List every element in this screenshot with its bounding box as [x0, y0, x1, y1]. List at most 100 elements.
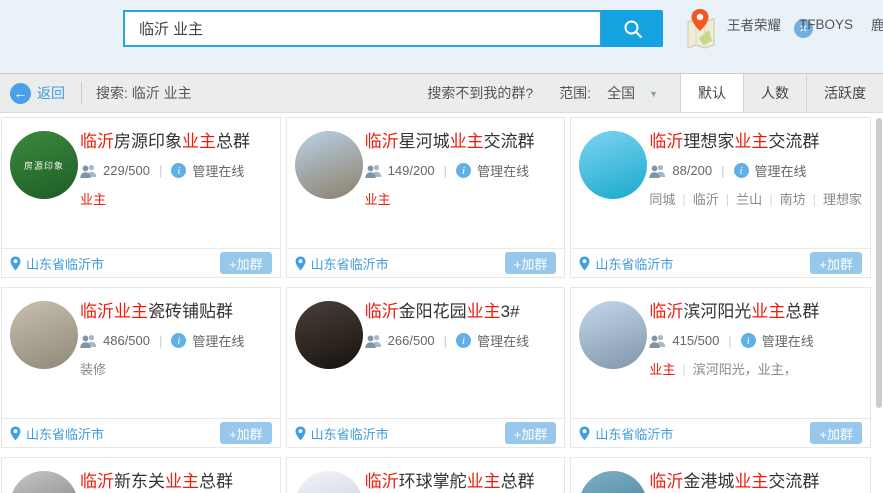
group-avatar[interactable] [295, 301, 363, 369]
scope-value[interactable]: 全国 [607, 83, 635, 103]
group-card: 临沂新东关业主总群 | i [1, 457, 281, 493]
title-part: 交流群 [768, 472, 819, 491]
admin-status: 管理在线 [477, 161, 529, 180]
group-title[interactable]: 临沂业主瓷砖铺贴群 [80, 300, 272, 324]
search-input[interactable] [123, 10, 602, 47]
group-tags: 同城|临沂|兰山|南坊|理想家 [649, 189, 862, 208]
group-meta: 88/200 | i 管理在线 [649, 161, 862, 180]
join-group-button[interactable]: +加群 [220, 252, 272, 274]
group-avatar[interactable] [579, 301, 647, 369]
title-part: 房源印象 [114, 132, 182, 151]
admin-status: 管理在线 [762, 331, 814, 350]
group-location: 山东省临沂市 [26, 424, 104, 443]
group-avatar[interactable] [579, 471, 647, 493]
join-group-button[interactable]: +加群 [505, 422, 557, 444]
group-card: 临沂滨河阳光业主总群 415/500 | i 管理在线 业主|滨河阳光，业主， [570, 287, 871, 448]
location-pin-icon [10, 256, 21, 271]
vertical-scrollbar[interactable] [876, 118, 882, 408]
group-location-link[interactable]: 山东省临沂市 [579, 424, 673, 443]
title-part: 理想家 [683, 132, 734, 151]
admin-status: 管理在线 [755, 161, 807, 180]
group-meta: 486/500 | i 管理在线 [80, 331, 272, 350]
hot-link[interactable]: 王者荣耀 [727, 14, 781, 34]
group-card: 临沂理想家业主交流群 88/200 | i 管理在线 同城|临沂|兰山|南坊|理… [570, 117, 871, 278]
title-part: 总群 [785, 302, 819, 321]
group-location-link[interactable]: 山东省临沂市 [579, 254, 673, 273]
group-meta: 415/500 | i 管理在线 [649, 331, 862, 350]
group-title[interactable]: 临沂新东关业主总群 [80, 470, 272, 493]
group-tag: 理想家 [823, 192, 862, 207]
chevron-down-icon[interactable]: ▼ [649, 89, 658, 99]
group-location-link[interactable]: 山东省临沂市 [10, 254, 104, 273]
results-toolbar: ← 返回 搜索: 临沂 业主 搜索不到我的群? 范围: 全国 ▼ 默认 人数 活… [0, 73, 883, 113]
join-group-button[interactable]: +加群 [220, 422, 272, 444]
group-avatar-text: 房源印象 [24, 159, 64, 172]
meta-divider: | [159, 163, 162, 178]
group-title[interactable]: 临沂理想家业主交流群 [649, 130, 862, 154]
info-icon: i [171, 333, 186, 348]
group-title[interactable]: 临沂金港城业主交流群 [649, 470, 862, 493]
title-part: 星河城 [399, 132, 450, 151]
group-tag: 兰山 [736, 192, 762, 207]
group-title[interactable]: 临沂房源印象业主总群 [80, 130, 272, 154]
group-avatar[interactable]: 房源印象 [10, 131, 78, 199]
group-card: 临沂金港城业主交流群 | i [570, 457, 871, 493]
hot-link[interactable]: TFBOYS [799, 17, 853, 32]
group-meta: 266/500 | i 管理在线 [365, 331, 557, 350]
group-avatar[interactable] [10, 471, 78, 493]
join-group-button[interactable]: +加群 [810, 422, 862, 444]
group-info: 临沂业主瓷砖铺贴群 486/500 | i 管理在线 装修 [80, 288, 280, 378]
back-button[interactable]: ← 返回 [10, 83, 65, 104]
group-location-link[interactable]: 山东省临沂市 [295, 254, 389, 273]
group-avatar[interactable] [579, 131, 647, 199]
group-title[interactable]: 临沂环球掌舵业主总群 [365, 470, 557, 493]
group-location-link[interactable]: 山东省临沂市 [10, 424, 104, 443]
group-avatar[interactable] [295, 471, 363, 493]
group-tag: 同城 [649, 192, 675, 207]
members-icon [649, 164, 666, 178]
search-button[interactable] [602, 10, 663, 47]
cant-find-group-link[interactable]: 搜索不到我的群? [427, 83, 533, 103]
join-group-button[interactable]: +加群 [810, 252, 862, 274]
group-tag: 滨河阳光，业主， [693, 362, 797, 377]
group-location-link[interactable]: 山东省临沂市 [295, 424, 389, 443]
group-title[interactable]: 临沂金阳花园业主3# [365, 300, 557, 324]
admin-status: 管理在线 [477, 331, 529, 350]
group-tags: 装修 [80, 359, 272, 378]
group-tag: 临沂 [693, 192, 719, 207]
back-arrow-icon: ← [10, 83, 31, 104]
tab-default[interactable]: 默认 [680, 74, 743, 112]
member-count: 149/200 [388, 163, 435, 178]
scope-label: 范围: [559, 83, 591, 103]
title-part: 业主 [165, 472, 199, 491]
search-icon [623, 19, 643, 39]
map-location-icon[interactable] [685, 8, 716, 49]
title-part: 3# [501, 302, 520, 321]
hot-link[interactable]: 鹿晗 [871, 14, 883, 34]
title-part: 临沂 [365, 132, 399, 151]
group-avatar[interactable] [295, 131, 363, 199]
meta-divider: | [721, 163, 724, 178]
meta-divider: | [444, 333, 447, 348]
title-part: 交流群 [768, 132, 819, 151]
group-card: 房源印象 临沂房源印象业主总群 229/500 | i 管理在线 业主 [1, 117, 281, 278]
group-info: 临沂环球掌舵业主总群 | i [365, 458, 565, 493]
tab-member-count[interactable]: 人数 [743, 74, 806, 112]
title-part: 金港城 [683, 472, 734, 491]
group-title[interactable]: 临沂星河城业主交流群 [365, 130, 557, 154]
group-title[interactable]: 临沂滨河阳光业主总群 [649, 300, 862, 324]
member-count: 88/200 [672, 163, 712, 178]
group-card: 临沂星河城业主交流群 149/200 | i 管理在线 业主 [286, 117, 566, 278]
group-avatar[interactable] [10, 301, 78, 369]
group-info: 临沂金阳花园业主3# 266/500 | i 管理在线 [365, 288, 565, 350]
group-info: 临沂滨河阳光业主总群 415/500 | i 管理在线 业主|滨河阳光，业主， [649, 288, 870, 378]
group-location: 山东省临沂市 [311, 424, 389, 443]
title-part: 业主 [467, 472, 501, 491]
join-group-button[interactable]: +加群 [505, 252, 557, 274]
meta-divider: | [159, 333, 162, 348]
tab-activity[interactable]: 活跃度 [806, 74, 883, 112]
tag-divider: | [726, 192, 729, 207]
card-footer: 山东省临沂市 +加群 [287, 418, 565, 447]
hot-search-links: 王者荣耀 TFBOYS 鹿晗 [727, 0, 883, 48]
title-part: 临沂 [649, 132, 683, 151]
